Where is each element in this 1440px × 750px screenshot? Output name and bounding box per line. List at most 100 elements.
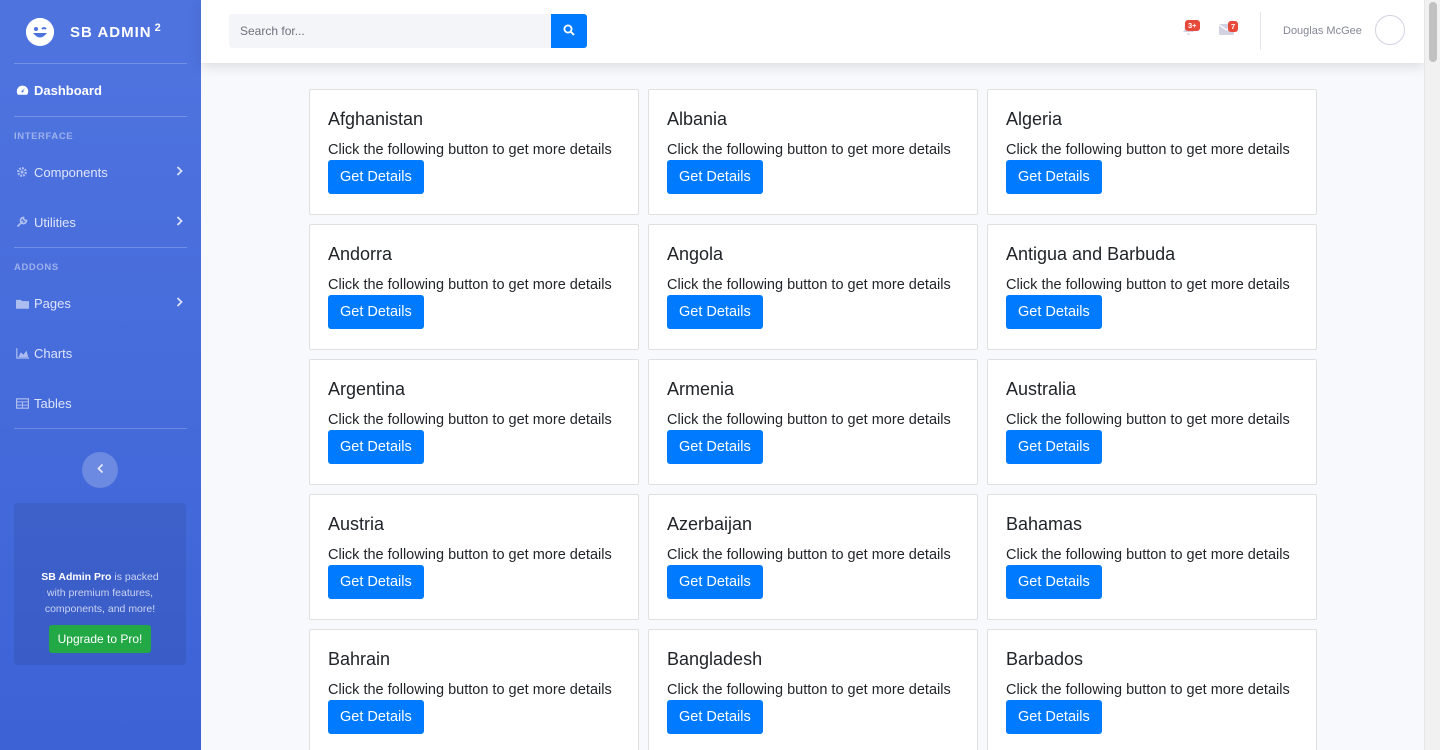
sidebar-item-label: Pages [34,295,71,311]
country-card: Bangladesh Click the following button to … [648,629,978,750]
country-card: Barbados Click the following button to ge… [987,629,1317,750]
search-icon [563,24,575,39]
sidebar-item-tables[interactable]: Tables [0,378,201,428]
card-description: Click the following button to get more d… [328,412,612,428]
card-title: Argentina [328,379,406,399]
get-details-button[interactable]: Get Details [328,430,424,464]
get-details-button[interactable]: Get Details [328,160,424,194]
country-card: Andorra Click the following button to get… [309,224,639,350]
get-details-button[interactable]: Get Details [1006,430,1102,464]
wrench-icon [15,215,29,229]
card-title: Algeria [1006,109,1063,129]
get-details-button[interactable]: Get Details [328,700,424,734]
promo-text: SB Admin Pro is packed with premium feat… [41,571,159,615]
alerts-dropdown[interactable]: 3+ [1179,20,1200,40]
chevron-left-icon [96,461,104,479]
get-details-button[interactable]: Get Details [328,565,424,599]
topbar-divider [1260,12,1261,50]
sidebar-item-label: Tables [34,395,72,411]
table-icon [15,396,29,410]
sidebar-item-label: Utilities [34,214,76,230]
messages-badge: 7 [1228,21,1239,32]
get-details-button[interactable]: Get Details [667,565,763,599]
country-card: Albania Click the following button to get… [648,89,978,215]
card-description: Click the following button to get more d… [328,682,612,698]
main-content: Afghanistan Click the following button to… [201,63,1424,750]
sidebar-item-components[interactable]: Components [0,147,201,197]
alerts-badge: 3+ [1185,20,1200,31]
chart-area-icon [15,346,29,360]
card-title: Bangladesh [667,649,763,669]
user-name[interactable]: Douglas McGee [1283,25,1362,37]
country-card: Argentina Click the following button to g… [309,359,639,485]
card-description: Click the following button to get more d… [1006,547,1290,563]
card-description: Click the following button to get more d… [1006,142,1290,158]
topbar: 3+ 7 Douglas McGee [201,0,1424,63]
topbar-search [229,14,587,48]
search-input[interactable] [229,14,551,48]
card-description: Click the following button to get more d… [1006,277,1290,293]
page-scrollbar[interactable] [1424,0,1440,750]
sidebar-promo-card: SB Admin Pro is packed with premium feat… [14,503,186,665]
card-title: Albania [667,109,728,129]
country-card: Bahrain Click the following button to get… [309,629,639,750]
tachometer-icon [15,83,29,97]
country-card: Afghanistan Click the following button to… [309,89,639,215]
card-title: Bahamas [1006,514,1083,534]
card-title: Bahrain [328,649,391,669]
get-details-button[interactable]: Get Details [667,295,763,329]
card-description: Click the following button to get more d… [667,277,951,293]
sidebar-toggle-button[interactable] [82,452,118,488]
get-details-button[interactable]: Get Details [667,430,763,464]
card-title: Austria [328,514,385,534]
sidebar-brand[interactable]: SB ADMIN 2 [0,0,201,63]
country-card: Angola Click the following button to get … [648,224,978,350]
country-card-grid: Afghanistan Click the following button to… [309,89,1317,750]
get-details-button[interactable]: Get Details [667,700,763,734]
sidebar-item-label: Components [34,164,108,180]
card-description: Click the following button to get more d… [328,277,612,293]
card-description: Click the following button to get more d… [667,412,951,428]
card-description: Click the following button to get more d… [667,547,951,563]
laugh-wink-icon [26,17,54,46]
card-title: Armenia [667,379,735,399]
sidebar-heading-addons: ADDONS [14,262,59,273]
sidebar-item-label: Dashboard [34,82,102,98]
sidebar-heading-interface: INTERFACE [14,131,74,142]
get-details-button[interactable]: Get Details [1006,295,1102,329]
chevron-right-icon [176,296,183,311]
search-button[interactable] [551,14,587,48]
country-card: Austria Click the following button to get… [309,494,639,620]
card-title: Australia [1006,379,1077,399]
country-card: Bahamas Click the following button to get… [987,494,1317,620]
country-card: Antigua and Barbuda Click the following b… [987,224,1317,350]
sidebar-item-dashboard[interactable]: Dashboard [0,64,201,116]
sidebar-item-pages[interactable]: Pages [0,278,201,328]
card-title: Antigua and Barbuda [1006,244,1176,264]
sidebar-item-utilities[interactable]: Utilities [0,197,201,247]
card-title: Andorra [328,244,393,264]
card-description: Click the following button to get more d… [328,547,612,563]
cog-icon [15,165,29,179]
messages-dropdown[interactable]: 7 [1217,21,1239,40]
chevron-right-icon [176,165,183,180]
get-details-button[interactable]: Get Details [328,295,424,329]
country-card: Australia Click the following button to g… [987,359,1317,485]
card-title: Afghanistan [328,109,424,129]
brand-name: SB ADMIN 2 [70,22,162,41]
scrollbar-thumb[interactable] [1429,2,1437,62]
get-details-button[interactable]: Get Details [1006,160,1102,194]
card-title: Angola [667,244,724,264]
upgrade-to-pro-button[interactable]: Upgrade to Pro! [48,625,152,653]
folder-icon [15,296,29,310]
user-avatar[interactable] [1375,15,1405,45]
card-description: Click the following button to get more d… [1006,682,1290,698]
country-card: Azerbaijan Click the following button to … [648,494,978,620]
card-description: Click the following button to get more d… [1006,412,1290,428]
get-details-button[interactable]: Get Details [1006,700,1102,734]
sidebar-item-charts[interactable]: Charts [0,328,201,378]
chevron-right-icon [176,215,183,230]
get-details-button[interactable]: Get Details [667,160,763,194]
country-card: Armenia Click the following button to get… [648,359,978,485]
get-details-button[interactable]: Get Details [1006,565,1102,599]
